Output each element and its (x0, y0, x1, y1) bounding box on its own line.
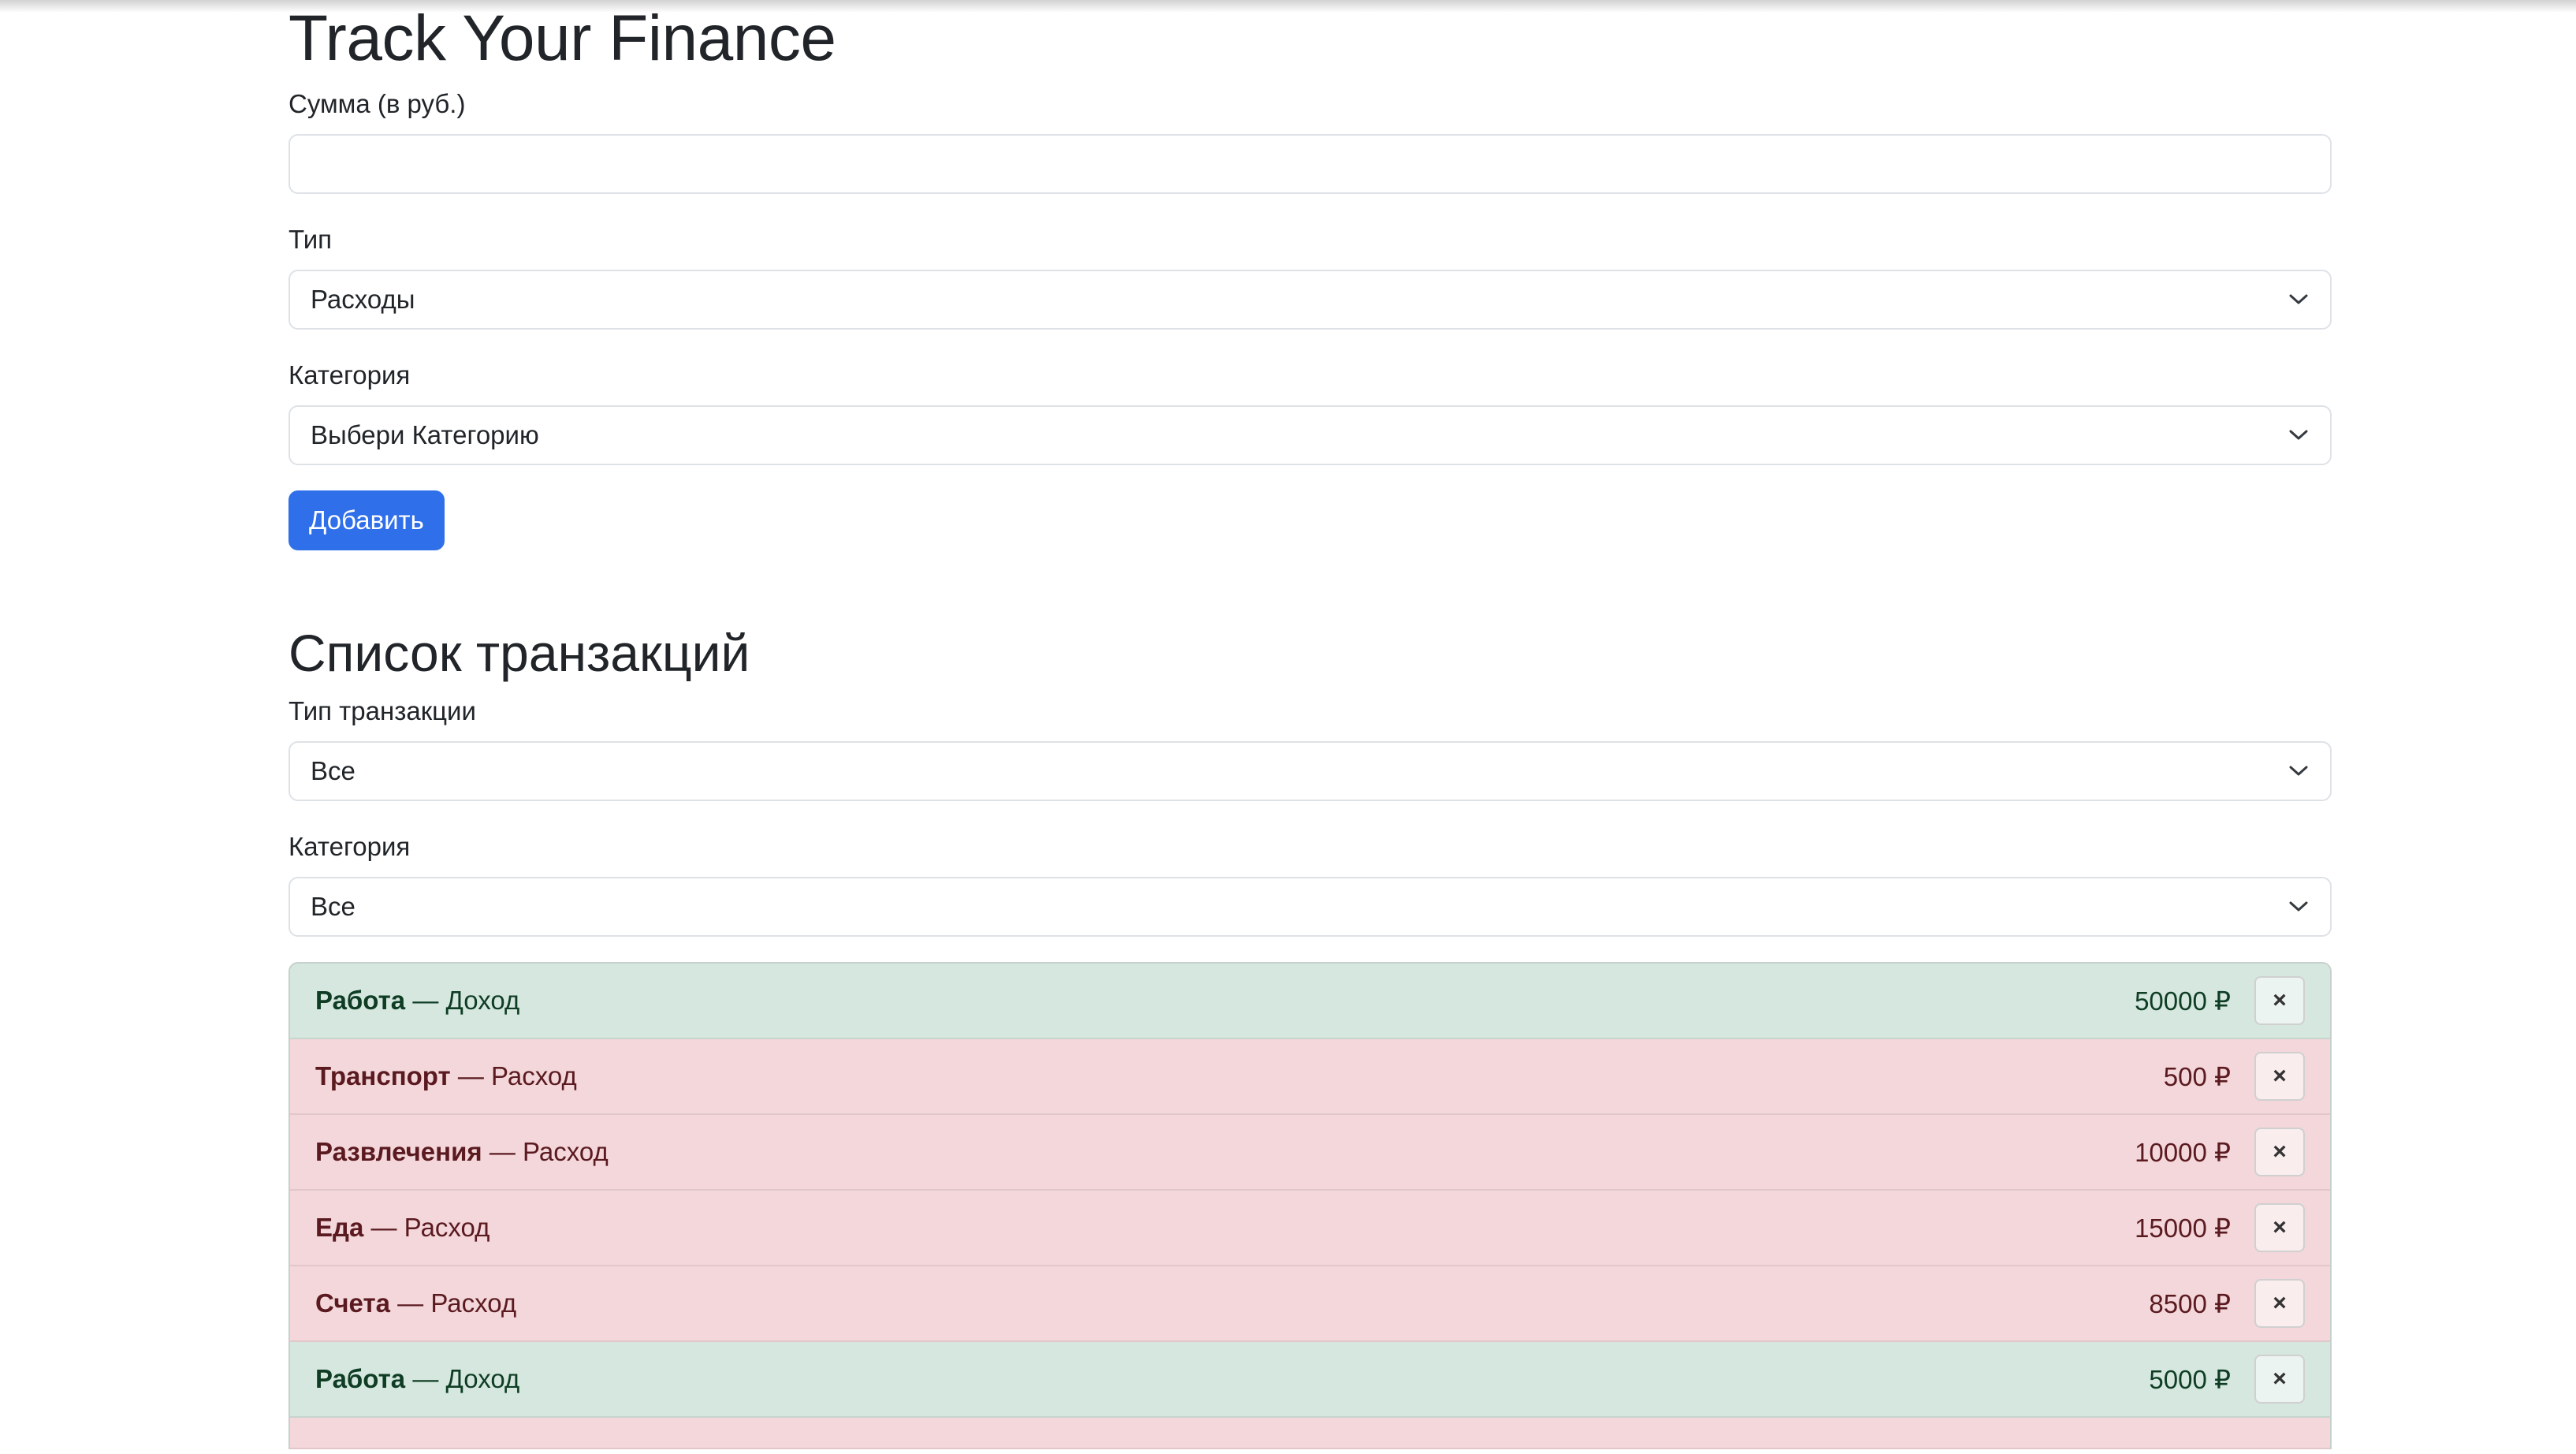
transaction-actions: 10000 ₽ × (2135, 1128, 2305, 1176)
transaction-row: Транспорт — Расход 500 ₽ × (290, 1039, 2330, 1115)
chevron-down-icon (2288, 896, 2310, 918)
delete-button[interactable]: × (2254, 1128, 2305, 1176)
transaction-amount: 8500 ₽ (2149, 1288, 2231, 1318)
transaction-category: Работа (315, 1364, 406, 1393)
transaction-type: — Расход (489, 1137, 609, 1166)
add-button[interactable]: Добавить (288, 490, 445, 550)
transaction-description: Развлечения — Расход (315, 1137, 609, 1167)
filter-category-label: Категория (288, 832, 411, 861)
close-icon: × (2273, 1139, 2287, 1165)
transaction-row-partial (290, 1418, 2330, 1449)
transaction-category: Транспорт (315, 1061, 451, 1090)
chevron-down-icon (2288, 760, 2310, 782)
submit-row: Добавить (288, 490, 2332, 550)
chevron-down-icon (2288, 424, 2310, 446)
delete-button[interactable]: × (2254, 976, 2305, 1025)
delete-button[interactable]: × (2254, 1355, 2305, 1404)
transaction-category: Еда (315, 1213, 364, 1242)
main-container: Track Your Finance Сумма (в руб.) Тип Ра… (288, 0, 2332, 1449)
transaction-amount: 15000 ₽ (2135, 1213, 2231, 1243)
transaction-row: Счета — Расход 8500 ₽ × (290, 1266, 2330, 1342)
page-title: Track Your Finance (288, 2, 836, 74)
chevron-down-icon (2288, 289, 2310, 311)
filter-category-group: Категория Все (288, 831, 2332, 937)
transaction-row: Еда — Расход 15000 ₽ × (290, 1191, 2330, 1266)
type-select-value: Расходы (311, 285, 415, 314)
transaction-row: Работа — Доход 50000 ₽ × (290, 964, 2330, 1039)
amount-label: Сумма (в руб.) (288, 89, 466, 118)
transaction-description: Работа — Доход (315, 1364, 519, 1394)
transaction-description: Работа — Доход (315, 986, 519, 1016)
transaction-description: Счета — Расход (315, 1288, 516, 1318)
transaction-actions: 5000 ₽ × (2149, 1355, 2305, 1404)
transaction-actions: 8500 ₽ × (2149, 1279, 2305, 1328)
filter-type-group: Тип транзакции Все (288, 695, 2332, 801)
transactions-title: Список транзакций (288, 624, 750, 682)
category-select[interactable]: Выбери Категорию (288, 405, 2332, 465)
transaction-actions: 500 ₽ × (2164, 1052, 2305, 1101)
category-field-group: Категория Выбери Категорию (288, 360, 2332, 465)
type-label: Тип (288, 225, 333, 254)
close-icon: × (2273, 1366, 2287, 1392)
transaction-type: — Расход (370, 1213, 490, 1242)
filter-category-value: Все (311, 892, 356, 921)
transaction-row: Работа — Доход 5000 ₽ × (290, 1342, 2330, 1418)
transaction-type: — Расход (457, 1061, 577, 1090)
page: Track Your Finance Сумма (в руб.) Тип Ра… (0, 0, 2576, 1454)
filter-type-label: Тип транзакции (288, 696, 476, 725)
filter-category-select[interactable]: Все (288, 877, 2332, 937)
transaction-amount: 10000 ₽ (2135, 1137, 2231, 1167)
transaction-list: Работа — Доход 50000 ₽ × Транспорт — Рас… (288, 962, 2332, 1449)
delete-button[interactable]: × (2254, 1052, 2305, 1101)
transaction-amount: 50000 ₽ (2135, 986, 2231, 1016)
close-icon: × (2273, 1214, 2287, 1240)
close-icon: × (2273, 1290, 2287, 1316)
transaction-category: Работа (315, 986, 406, 1015)
filter-type-value: Все (311, 756, 356, 785)
filter-type-select[interactable]: Все (288, 741, 2332, 801)
transaction-type: — Доход (412, 1364, 520, 1393)
category-label: Категория (288, 360, 411, 390)
transaction-actions: 15000 ₽ × (2135, 1203, 2305, 1252)
amount-field-group: Сумма (в руб.) (288, 88, 2332, 194)
transaction-amount: 5000 ₽ (2149, 1364, 2231, 1394)
transaction-type: — Расход (397, 1288, 517, 1318)
transaction-type: — Доход (412, 986, 520, 1015)
delete-button[interactable]: × (2254, 1203, 2305, 1252)
transaction-amount: 500 ₽ (2163, 1061, 2231, 1091)
category-select-value: Выбери Категорию (311, 420, 539, 449)
type-field-group: Тип Расходы (288, 224, 2332, 330)
transaction-category: Развлечения (315, 1137, 482, 1166)
transaction-actions: 50000 ₽ × (2135, 976, 2305, 1025)
transaction-description: Еда — Расход (315, 1213, 490, 1243)
close-icon: × (2273, 1063, 2287, 1089)
close-icon: × (2273, 987, 2287, 1013)
transaction-description: Транспорт — Расход (315, 1061, 577, 1091)
amount-input[interactable] (288, 134, 2332, 194)
delete-button[interactable]: × (2254, 1279, 2305, 1328)
transaction-category: Счета (315, 1288, 390, 1318)
type-select[interactable]: Расходы (288, 270, 2332, 330)
transaction-row: Развлечения — Расход 10000 ₽ × (290, 1115, 2330, 1191)
